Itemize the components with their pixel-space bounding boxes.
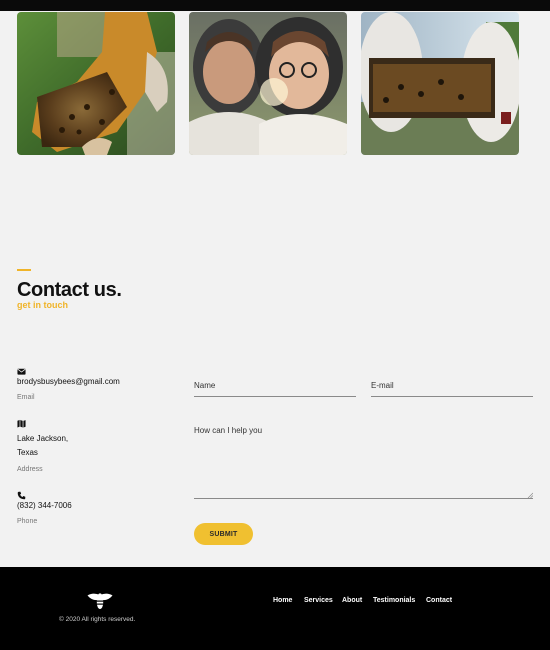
contact-phone-label: Phone — [17, 518, 38, 525]
gallery-photo-beekeepers — [189, 12, 347, 155]
footer-nav-contact[interactable]: Contact — [426, 597, 452, 604]
contact-heading: Contact us. — [17, 279, 122, 301]
heading-accent-line — [17, 269, 31, 271]
name-field[interactable] — [194, 379, 356, 397]
contact-address-line2: Texas — [17, 448, 38, 457]
footer-nav-about[interactable]: About — [342, 597, 362, 604]
submit-button[interactable]: SUBMIT — [194, 523, 253, 545]
contact-phone-value[interactable]: (832) 344-7006 — [17, 499, 72, 513]
contact-email-label: Email — [17, 394, 35, 401]
contact-subheading: get in touch — [17, 300, 68, 310]
copyright-text: © 2020 All rights reserved. — [59, 616, 136, 623]
contact-address-label: Address — [17, 466, 43, 473]
contact-email-value[interactable]: brodysbusybees@gmail.com — [17, 375, 120, 389]
footer-nav-testimonials[interactable]: Testimonials — [373, 597, 415, 604]
message-field[interactable] — [194, 424, 533, 499]
gallery-photo-honeycomb — [17, 12, 175, 155]
contact-address-line1: Lake Jackson, — [17, 434, 69, 443]
footer-nav-home[interactable]: Home — [273, 597, 292, 604]
footer-nav-services[interactable]: Services — [304, 597, 333, 604]
map-icon — [17, 419, 26, 428]
resize-grip-icon[interactable] — [527, 492, 533, 498]
site-footer — [0, 567, 550, 650]
top-bar — [0, 0, 550, 11]
bee-logo-icon[interactable] — [86, 591, 114, 611]
gallery-photo-frame — [361, 12, 519, 155]
email-field[interactable] — [371, 379, 533, 397]
